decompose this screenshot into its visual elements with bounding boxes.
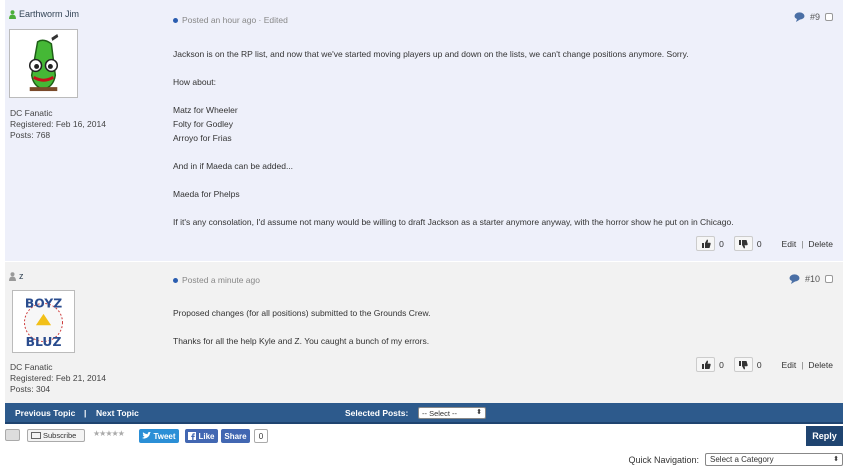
avatar[interactable] xyxy=(9,29,78,98)
facebook-like-button[interactable]: Like xyxy=(185,429,218,443)
delete-link[interactable]: Delete xyxy=(808,239,833,249)
post-number[interactable]: #10 xyxy=(805,274,820,284)
post-actions: 0 0 Edit | Delete xyxy=(696,357,833,372)
post-number[interactable]: #9 xyxy=(810,12,820,22)
post-timestamp: Posted an hour ago · Edited xyxy=(182,15,288,25)
post-body: Jackson is on the RP list, and now that … xyxy=(173,49,734,227)
quick-navigation: Quick Navigation: Select a Category ⬍ xyxy=(628,453,843,466)
post-number-area: #9 xyxy=(794,12,833,22)
topic-navbar: Previous Topic | Next Topic Selected Pos… xyxy=(5,403,843,424)
subscribe-button[interactable]: Subscribe xyxy=(27,429,85,442)
facebook-icon xyxy=(188,432,197,440)
post-body: Proposed changes (for all positions) sub… xyxy=(173,308,431,346)
thumbs-down-icon xyxy=(739,360,748,369)
dislike-count: 0 xyxy=(756,238,762,249)
boyz-bluz-avatar-image: BOYZ BLUZ xyxy=(15,293,72,350)
navbar-separator: | xyxy=(84,408,87,418)
rating-stars[interactable]: ★★★★★ xyxy=(93,429,125,438)
dislike-count: 0 xyxy=(756,359,762,370)
action-separator: | xyxy=(801,359,804,370)
username[interactable]: Earthworm Jim xyxy=(9,9,79,19)
post-header: Posted an hour ago · Edited xyxy=(173,15,288,25)
user-info: DC Fanatic Registered: Feb 16, 2014 Post… xyxy=(10,108,106,141)
post-header: Posted a minute ago xyxy=(173,275,260,285)
user-info: DC Fanatic Registered: Feb 21, 2014 Post… xyxy=(10,362,106,395)
tweet-button[interactable]: Tweet xyxy=(139,429,179,443)
avatar-text-bottom: BLUZ xyxy=(26,335,62,349)
edit-link[interactable]: Edit xyxy=(782,360,797,370)
quick-navigation-select[interactable]: Select a Category ⬍ xyxy=(705,453,843,466)
twitter-bird-icon xyxy=(142,432,152,439)
reply-button[interactable]: Reply xyxy=(806,426,843,446)
share-bar: Subscribe ★★★★★ Tweet Like Share 0 Reply xyxy=(5,426,843,446)
user-offline-icon xyxy=(9,271,16,281)
avatar[interactable]: BOYZ BLUZ xyxy=(12,290,75,353)
previous-topic-link[interactable]: Previous Topic xyxy=(15,408,75,418)
quote-icon[interactable] xyxy=(794,12,805,22)
like-count: 0 xyxy=(719,359,724,370)
user-rank: DC Fanatic xyxy=(10,108,53,118)
user-pane: z BOYZ BLUZ DC Fanatic Registered: Feb 2… xyxy=(5,262,165,403)
user-rank: DC Fanatic xyxy=(10,362,53,372)
user-post-count: Posts: 304 xyxy=(10,384,51,394)
post-9: Earthworm Jim DC Fanatic Registered: Feb… xyxy=(5,0,843,261)
like-count: 0 xyxy=(719,238,724,249)
select-post-checkbox[interactable] xyxy=(825,275,833,283)
post-number-area: #10 xyxy=(789,274,833,284)
user-post-count: Posts: 768 xyxy=(10,130,51,140)
user-registered: Registered: Feb 21, 2014 xyxy=(10,373,106,383)
like-button[interactable] xyxy=(696,357,716,372)
next-topic-link[interactable]: Next Topic xyxy=(96,408,139,418)
thumbs-up-icon xyxy=(701,239,711,248)
like-button[interactable] xyxy=(696,236,716,251)
share-count: 0 xyxy=(254,429,268,443)
selected-posts-select[interactable]: -- Select -- ⬍ xyxy=(418,407,486,419)
envelope-icon xyxy=(31,432,41,439)
facebook-share-button[interactable]: Share xyxy=(221,429,250,443)
quote-icon[interactable] xyxy=(789,274,800,284)
delete-link[interactable]: Delete xyxy=(808,360,833,370)
thumbs-down-icon xyxy=(739,239,748,248)
user-pane: Earthworm Jim DC Fanatic Registered: Feb… xyxy=(5,0,165,261)
post-timestamp: Posted a minute ago xyxy=(182,275,260,285)
thumbs-up-icon xyxy=(701,360,711,369)
select-post-checkbox[interactable] xyxy=(825,13,833,21)
print-icon[interactable] xyxy=(5,429,20,441)
edit-link[interactable]: Edit xyxy=(782,239,797,249)
subscribe-label: Subscribe xyxy=(43,431,77,440)
select-arrows-icon: ⬍ xyxy=(833,456,839,463)
select-arrows-icon: ⬍ xyxy=(476,409,482,416)
selected-posts-value: -- Select -- xyxy=(422,409,458,418)
user-online-icon xyxy=(9,9,16,19)
post-10: z BOYZ BLUZ DC Fanatic Registered: Feb 2… xyxy=(5,262,843,403)
user-registered: Registered: Feb 16, 2014 xyxy=(10,119,106,129)
avatar-text-top: BOYZ xyxy=(25,296,62,310)
action-separator: | xyxy=(801,238,804,249)
username[interactable]: z xyxy=(9,271,24,281)
selected-posts-label: Selected Posts: xyxy=(345,408,409,418)
quick-navigation-label: Quick Navigation: xyxy=(628,454,699,465)
worm-avatar-image xyxy=(12,32,75,95)
dislike-button[interactable] xyxy=(733,236,753,251)
post-status-dot xyxy=(173,17,178,23)
quick-navigation-value: Select a Category xyxy=(710,455,774,464)
dislike-button[interactable] xyxy=(733,357,753,372)
post-actions: 0 0 Edit | Delete xyxy=(696,236,833,251)
post-status-dot xyxy=(173,277,178,283)
